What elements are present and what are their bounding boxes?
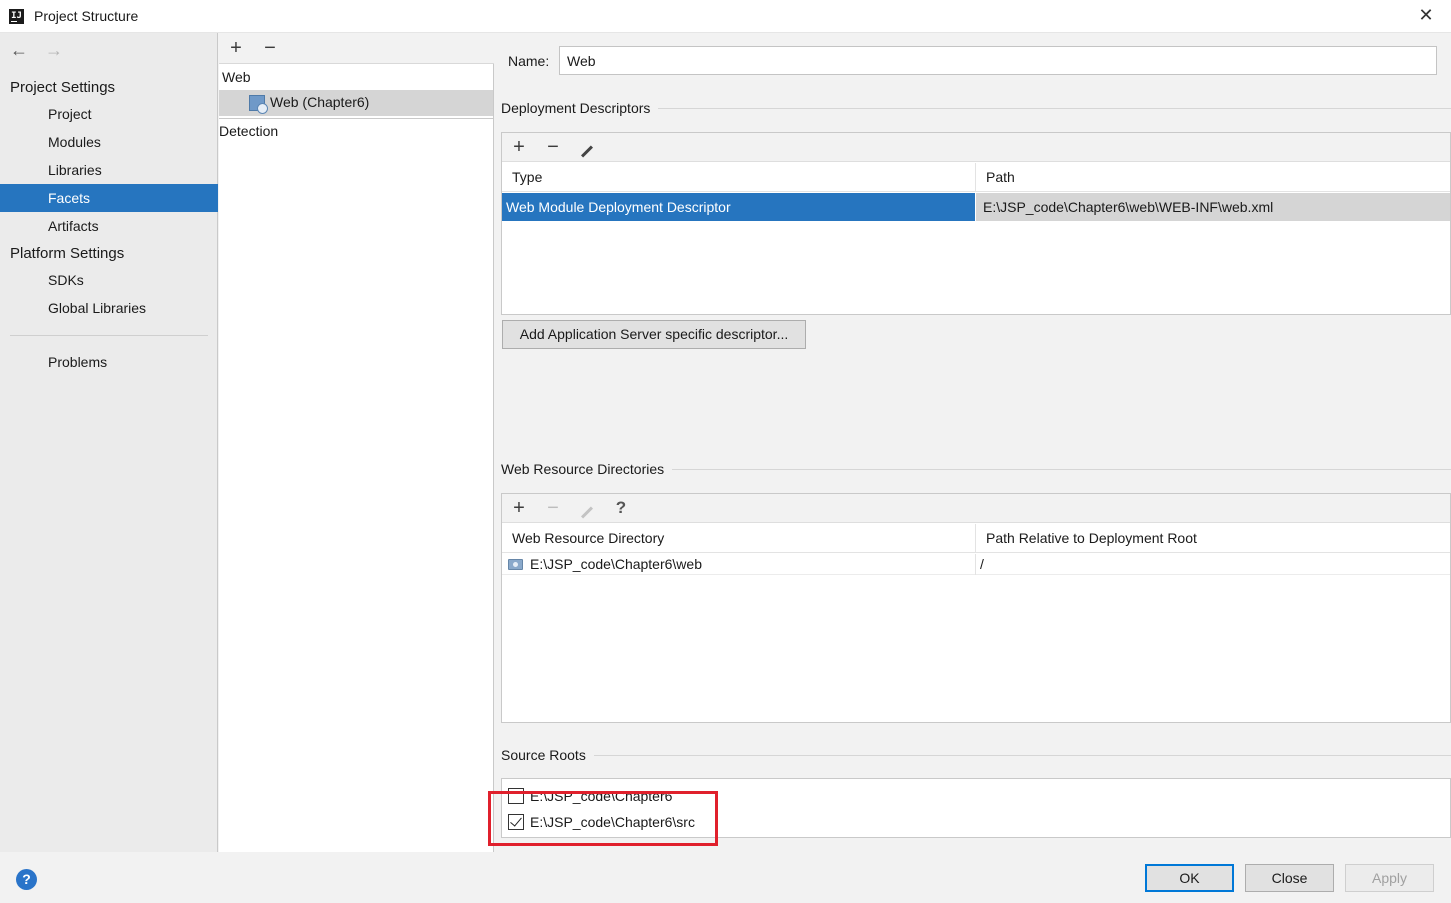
sidebar-item-problems[interactable]: Problems <box>0 348 218 376</box>
web-resource-directories-title: Web Resource Directories <box>501 461 673 477</box>
close-window-icon[interactable]: ✕ <box>1415 4 1437 26</box>
platform-settings-header: Platform Settings <box>10 245 125 262</box>
add-descriptor-icon[interactable]: + <box>508 136 530 158</box>
project-settings-header: Project Settings <box>10 79 116 96</box>
web-resource-directories-table: + − ? Web Resource Directory Path Relati… <box>501 493 1451 723</box>
name-label: Name: <box>508 53 550 69</box>
edit-web-resource-icon[interactable] <box>576 497 598 519</box>
remove-web-resource-icon[interactable]: − <box>542 497 564 519</box>
column-header-web-resource-directory[interactable]: Web Resource Directory <box>502 524 664 553</box>
deployment-descriptors-title: Deployment Descriptors <box>501 100 659 116</box>
help-question-icon[interactable]: ? <box>610 497 632 519</box>
add-web-resource-icon[interactable]: + <box>508 497 530 519</box>
column-header-relative-path[interactable]: Path Relative to Deployment Root <box>976 524 1197 553</box>
sidebar-item-global-libraries[interactable]: Global Libraries <box>0 294 218 322</box>
descriptor-path-cell: E:\JSP_code\Chapter6\web\WEB-INF\web.xml <box>976 193 1450 221</box>
forward-arrow-icon[interactable]: → <box>43 40 65 61</box>
help-icon[interactable]: ? <box>16 869 37 890</box>
detection-item[interactable]: Detection <box>219 123 278 139</box>
facet-group-web[interactable]: Web <box>222 69 251 85</box>
back-arrow-icon[interactable]: ← <box>8 40 30 61</box>
table-row[interactable]: Web Module Deployment Descriptor E:\JSP_… <box>502 193 1450 221</box>
web-resource-header: Web Resource Directory Path Relative to … <box>502 524 1450 553</box>
sidebar-item-libraries[interactable]: Libraries <box>0 156 218 184</box>
sidebar-item-artifacts[interactable]: Artifacts <box>0 212 218 240</box>
remove-descriptor-icon[interactable]: − <box>542 136 564 158</box>
source-roots-separator <box>501 755 1451 756</box>
descriptor-type-cell: Web Module Deployment Descriptor <box>502 193 975 221</box>
window-title: Project Structure <box>34 8 139 24</box>
table-row[interactable]: E:\JSP_code\Chapter6\web / <box>502 554 1450 575</box>
intellij-app-icon: IJ <box>9 9 24 24</box>
sidebar-item-modules[interactable]: Modules <box>0 128 218 156</box>
add-server-descriptor-button[interactable]: Add Application Server specific descript… <box>502 320 806 349</box>
column-divider <box>975 554 976 575</box>
remove-facet-icon[interactable]: − <box>259 37 281 59</box>
settings-sidebar: ← → Project Settings Project Modules Lib… <box>0 33 218 852</box>
apply-button[interactable]: Apply <box>1345 864 1434 892</box>
highlight-annotation-box <box>488 791 718 846</box>
name-field[interactable] <box>559 46 1437 75</box>
sidebar-item-sdks[interactable]: SDKs <box>0 266 218 294</box>
deployment-descriptors-toolbar: + − <box>502 133 1450 162</box>
deployment-descriptors-header: Type Path <box>502 163 1450 192</box>
facet-details-panel: Name: Deployment Descriptors + − Type Pa… <box>495 33 1451 852</box>
web-facet-icon <box>249 95 268 114</box>
web-resource-directory-cell: E:\JSP_code\Chapter6\web <box>530 556 702 572</box>
edit-descriptor-icon[interactable] <box>576 136 598 158</box>
facets-toolbar: + − <box>219 33 494 64</box>
add-facet-icon[interactable]: + <box>225 37 247 59</box>
web-folder-icon <box>508 559 523 570</box>
column-header-type[interactable]: Type <box>502 163 542 192</box>
facets-divider <box>219 118 493 119</box>
facets-tree-panel: + − Web Web (Chapter6) Detection <box>219 33 494 852</box>
sidebar-item-project[interactable]: Project <box>0 100 218 128</box>
sidebar-divider <box>10 335 208 336</box>
web-resource-toolbar: + − ? <box>502 494 1450 523</box>
relative-path-cell: / <box>980 556 984 572</box>
title-bar: IJ Project Structure ✕ <box>0 0 1451 33</box>
close-button[interactable]: Close <box>1245 864 1334 892</box>
facet-item-web-chapter6[interactable]: Web (Chapter6) <box>219 90 493 116</box>
column-header-path[interactable]: Path <box>976 163 1015 192</box>
source-roots-title: Source Roots <box>501 747 594 763</box>
sidebar-item-facets[interactable]: Facets <box>0 184 218 212</box>
ok-button[interactable]: OK <box>1145 864 1234 892</box>
deployment-descriptors-table: + − Type Path Web Module Deployment Desc… <box>501 132 1451 315</box>
facet-item-label: Web (Chapter6) <box>270 94 370 110</box>
